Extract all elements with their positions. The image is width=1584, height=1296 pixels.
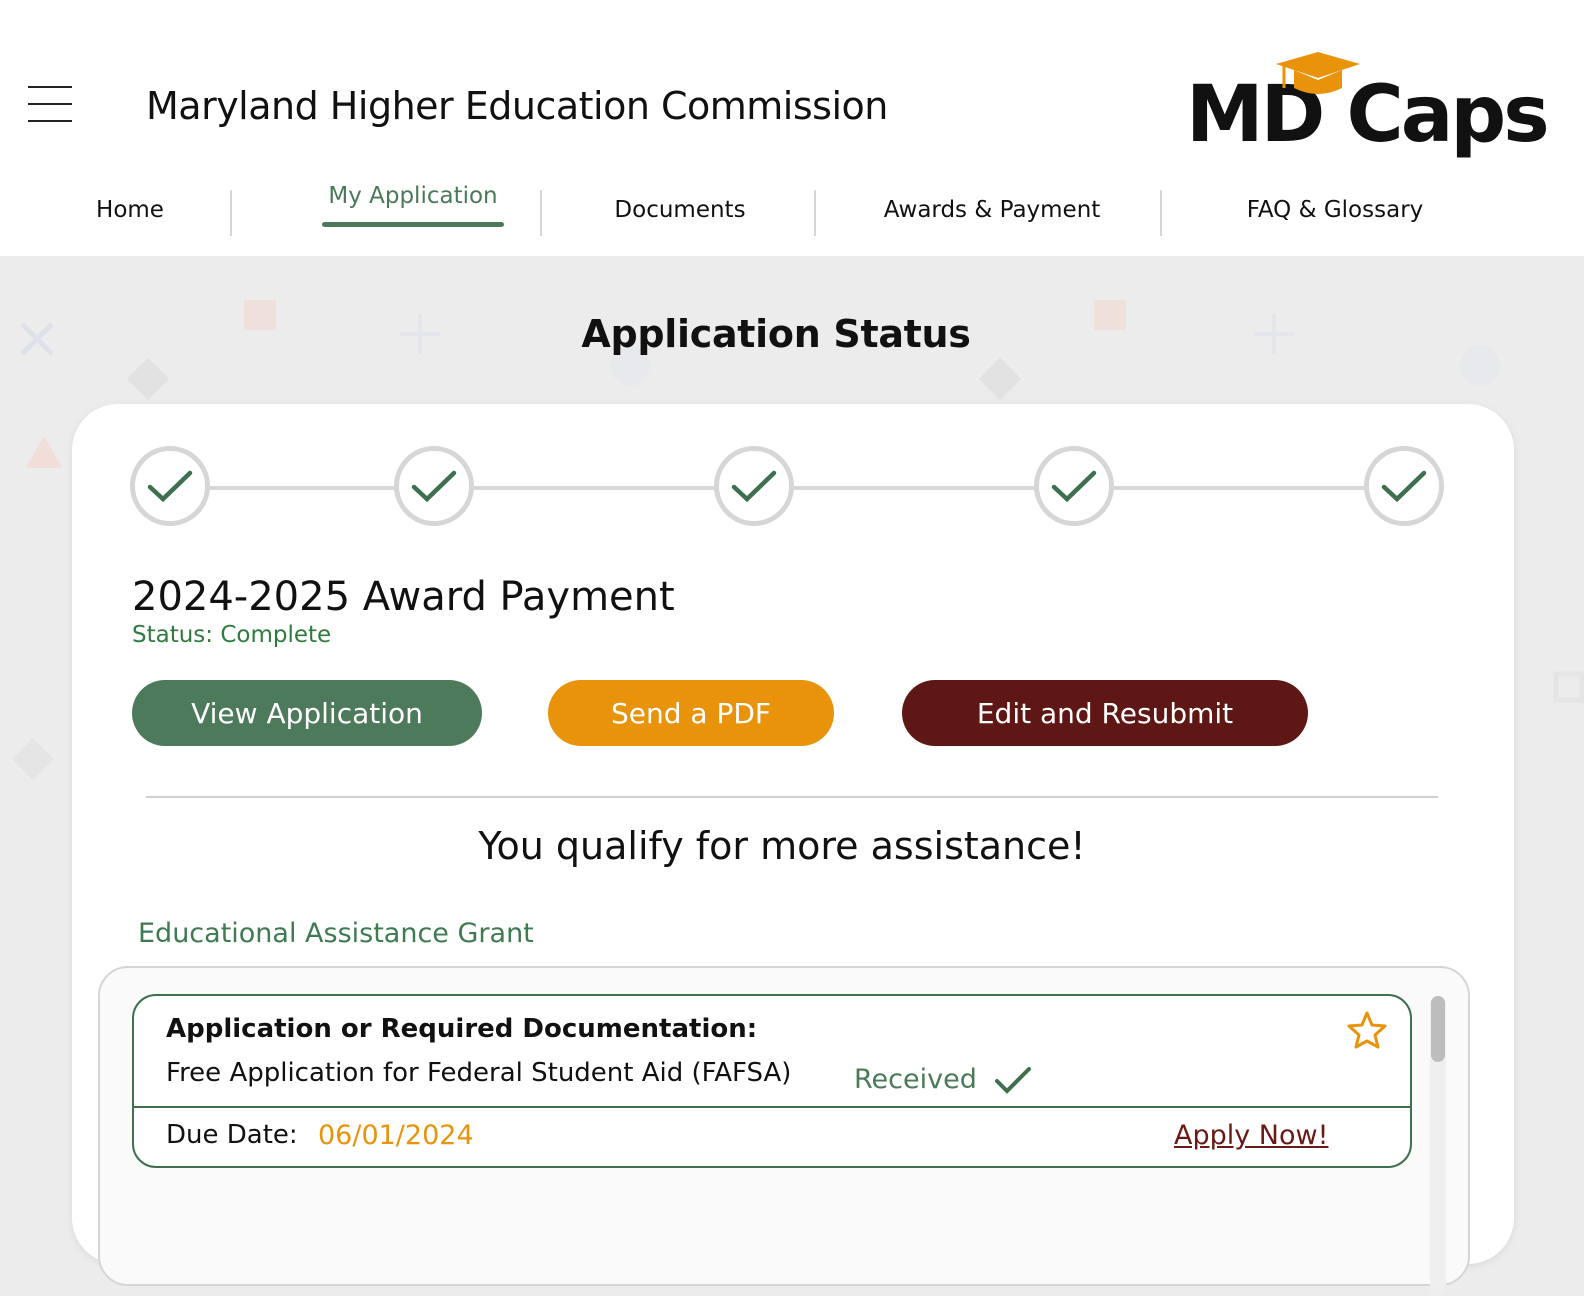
doc-name: Free Application for Federal Student Aid… bbox=[166, 1058, 792, 1088]
due-date-value: 06/01/2024 bbox=[318, 1120, 474, 1151]
nav-my-application[interactable]: My Application bbox=[313, 178, 513, 242]
status-label: Status: Complete bbox=[132, 622, 332, 648]
check-icon bbox=[731, 470, 777, 503]
progress-stepper bbox=[130, 446, 1450, 530]
edit-resubmit-button[interactable]: Edit and Resubmit bbox=[902, 680, 1308, 746]
page-heading: Application Status bbox=[581, 312, 971, 356]
nav-divider bbox=[230, 190, 232, 236]
nav-my-application-label: My Application bbox=[328, 183, 498, 209]
send-pdf-button[interactable]: Send a PDF bbox=[548, 680, 834, 746]
step-5-complete bbox=[1364, 446, 1444, 526]
award-title: 2024-2025 Award Payment bbox=[132, 574, 675, 620]
step-4-complete bbox=[1034, 446, 1114, 526]
menu-icon[interactable] bbox=[28, 84, 72, 124]
application-status-card: 2024-2025 Award Payment Status: Complete… bbox=[72, 404, 1514, 1296]
view-application-button[interactable]: View Application bbox=[132, 680, 482, 746]
step-3-complete bbox=[714, 446, 794, 526]
scrollbar[interactable] bbox=[1430, 996, 1446, 1296]
org-title: Maryland Higher Education Commission bbox=[146, 84, 888, 128]
check-icon bbox=[1381, 470, 1427, 503]
nav-documents-label: Documents bbox=[614, 197, 746, 223]
scrollbar-thumb[interactable] bbox=[1431, 996, 1445, 1062]
check-icon bbox=[995, 1067, 1031, 1094]
required-document-card: Application or Required Documentation: F… bbox=[132, 994, 1412, 1168]
nav-divider bbox=[540, 190, 542, 236]
nav-divider bbox=[814, 190, 816, 236]
doc-status: Received bbox=[854, 1064, 977, 1095]
nav-home-label: Home bbox=[96, 197, 164, 223]
section-divider bbox=[146, 796, 1438, 798]
nav-documents[interactable]: Documents bbox=[580, 178, 780, 242]
star-icon[interactable] bbox=[1346, 1010, 1388, 1050]
graduation-cap-icon bbox=[1276, 52, 1360, 94]
qualify-heading: You qualify for more assistance! bbox=[478, 824, 1086, 868]
nav-awards-payment-label: Awards & Payment bbox=[883, 197, 1101, 223]
mdcaps-logo[interactable]: MD Caps bbox=[1186, 48, 1550, 168]
main-nav: Home My Application Documents Awards & P… bbox=[0, 178, 1584, 242]
doc-card-divider bbox=[134, 1106, 1410, 1108]
grant-panel: Application or Required Documentation: F… bbox=[98, 966, 1470, 1296]
stepper-track bbox=[208, 486, 1396, 490]
nav-awards-payment[interactable]: Awards & Payment bbox=[862, 178, 1122, 242]
check-icon bbox=[1051, 470, 1097, 503]
step-2-complete bbox=[394, 446, 474, 526]
nav-divider bbox=[1160, 190, 1162, 236]
apply-now-link[interactable]: Apply Now! bbox=[1174, 1120, 1328, 1151]
grant-name: Educational Assistance Grant bbox=[138, 918, 534, 949]
doc-heading: Application or Required Documentation: bbox=[166, 1014, 758, 1044]
check-icon bbox=[147, 470, 193, 503]
due-date-label: Due Date: bbox=[166, 1120, 298, 1150]
site-header: Maryland Higher Education Commission MD … bbox=[0, 0, 1584, 256]
step-1-complete bbox=[130, 446, 210, 526]
check-icon bbox=[411, 470, 457, 503]
nav-home[interactable]: Home bbox=[40, 178, 220, 242]
nav-active-indicator bbox=[322, 222, 504, 227]
nav-faq-glossary-label: FAQ & Glossary bbox=[1246, 197, 1424, 223]
nav-faq-glossary[interactable]: FAQ & Glossary bbox=[1220, 178, 1450, 242]
